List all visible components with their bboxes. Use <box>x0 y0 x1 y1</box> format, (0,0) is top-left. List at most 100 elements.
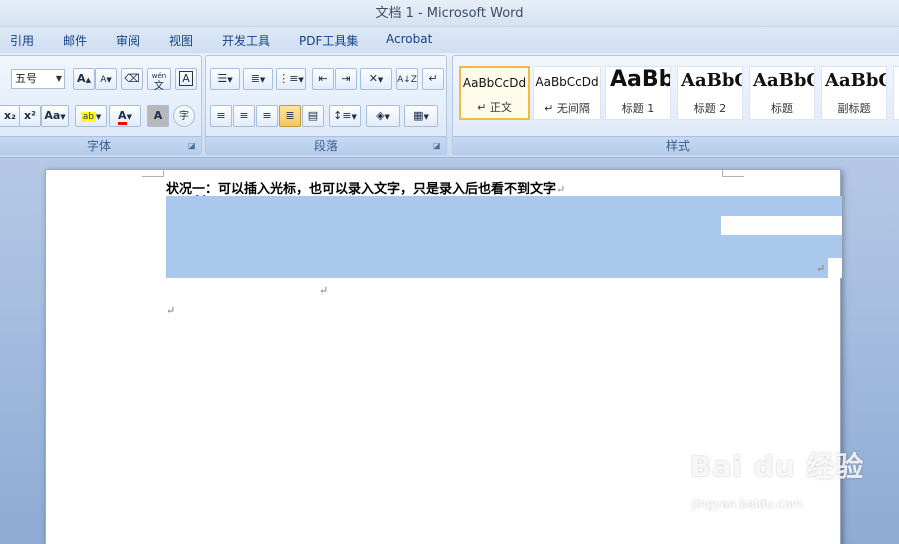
clear-format-button[interactable]: ⌫ <box>121 68 143 90</box>
title-bar: 文档 1 - Microsoft Word <box>0 0 899 27</box>
align-center-button[interactable]: ≡ <box>233 105 255 127</box>
style-normal[interactable]: AaBbCcDd ↵ 正文 <box>459 66 530 120</box>
paragraph-mark: ↵ <box>166 304 176 317</box>
chinese-layout-icon: ✕ <box>368 72 378 85</box>
selection-gap <box>721 216 842 235</box>
char-shading-icon: A <box>153 109 163 122</box>
multilevel-list-button[interactable]: ⋮≡▼ <box>276 68 306 90</box>
sort-button[interactable]: A↓Z <box>396 68 418 90</box>
align-right-icon: ≡ <box>262 109 272 122</box>
align-left-icon: ≡ <box>216 109 226 122</box>
tab-view[interactable]: 视图 <box>169 32 193 49</box>
font-color-button[interactable]: A▼ <box>109 105 141 127</box>
chinese-layout-button[interactable]: ✕▼ <box>360 68 392 90</box>
font-group-label: 字体 <box>0 136 201 154</box>
superscript-button[interactable]: x² <box>19 105 41 127</box>
style-name: 副标题 <box>837 102 871 115</box>
change-case-icon: Aa <box>44 109 61 122</box>
increase-indent-icon: ⇥ <box>341 72 351 85</box>
justify-button[interactable]: ≣ <box>279 105 301 127</box>
page-corner-mark <box>142 169 164 177</box>
style-title[interactable]: AaBbC 标题 <box>749 66 815 120</box>
char-shading-button[interactable]: A <box>147 105 169 127</box>
baidu-jingyan-watermark: Bai du 经验 jingyan.baidu.com <box>690 445 890 525</box>
paragraph-group-label: 段落 <box>206 136 446 154</box>
numbered-list-icon: ≣ <box>250 72 260 85</box>
sort-icon: A↓Z <box>397 75 417 85</box>
chevron-down-icon: ▼ <box>55 74 62 83</box>
spelling-error-text: 一 <box>192 182 206 197</box>
font-group-label-text: 字体 <box>86 139 111 153</box>
numbering-button[interactable]: ≣▼ <box>243 68 273 90</box>
line-spacing-button[interactable]: ↕≡▼ <box>329 105 361 127</box>
decrease-indent-icon: ⇤ <box>318 72 328 85</box>
enclose-char-button[interactable]: 字 <box>173 105 195 127</box>
grow-font-icon: A <box>77 72 86 85</box>
font-dialog-launcher-icon[interactable]: ◪ <box>188 141 198 151</box>
styles-group-label-text: 样式 <box>665 139 690 153</box>
style-sample: AaBbCcDd <box>535 75 599 89</box>
borders-icon: ▦ <box>413 109 424 122</box>
style-name: 标题 <box>771 102 793 115</box>
justify-icon: ≣ <box>285 109 295 122</box>
style-subtitle[interactable]: AaBbC 副标题 <box>821 66 887 120</box>
watermark-url: jingyan.baidu.com <box>692 497 803 511</box>
styles-group-label: 样式 <box>453 136 899 154</box>
paint-bucket-icon: ◈ <box>376 109 385 122</box>
change-case-button[interactable]: Aa▼ <box>41 105 69 127</box>
highlighter-icon: ab <box>80 112 96 122</box>
grow-font-button[interactable]: A▲ <box>73 68 95 90</box>
style-name: ↵ 正文 <box>477 101 512 114</box>
bullets-button[interactable]: ☰▼ <box>210 68 240 90</box>
paragraph-group-label-text: 段落 <box>313 139 338 153</box>
pilcrow-icon: ↵ <box>428 72 438 85</box>
paragraph-dialog-launcher-icon[interactable]: ◪ <box>433 141 443 151</box>
tab-pdf-tools[interactable]: PDF工具集 <box>299 32 358 49</box>
style-sample: AaBbC <box>825 70 886 91</box>
phonetic-guide-button[interactable]: wén 文 <box>147 68 171 92</box>
align-left-button[interactable]: ≡ <box>210 105 232 127</box>
document-line[interactable]: 状况一：可以插入光标，也可以录入文字，只是录入后也看不到文字↵ <box>166 178 565 197</box>
show-marks-button[interactable]: ↵ <box>422 68 444 90</box>
phonetic-guide-label: wén <box>151 72 167 80</box>
tab-review[interactable]: 审阅 <box>116 32 140 49</box>
style-heading-2[interactable]: AaBbC 标题 2 <box>677 66 743 120</box>
paragraph-group: ☰▼ ≣▼ ⋮≡▼ ⇤ ⇥ ✕▼ A↓Z ↵ ≡ ≡ ≡ ≣ ▤ ↕≡▼ ◈▼ … <box>205 55 447 155</box>
borders-button[interactable]: ▦▼ <box>404 105 438 127</box>
tab-references[interactable]: 引用 <box>10 32 34 49</box>
subscript-icon: x₂ <box>4 109 16 122</box>
style-more-tile[interactable] <box>893 66 899 120</box>
watermark-logo: Bai du 经验 <box>690 450 865 483</box>
style-name: 标题 1 <box>621 102 655 115</box>
distributed-button[interactable]: ▤ <box>302 105 324 127</box>
tab-acrobat[interactable]: Acrobat <box>386 32 432 46</box>
tab-developer[interactable]: 开发工具 <box>222 32 270 49</box>
style-name: ↵ 无间隔 <box>544 102 590 115</box>
selection-gap <box>828 258 842 278</box>
font-size-select[interactable]: 五号 ▼ <box>11 69 65 89</box>
eraser-icon: ⌫ <box>124 72 140 85</box>
align-right-button[interactable]: ≡ <box>256 105 278 127</box>
style-no-spacing[interactable]: AaBbCcDd ↵ 无间隔 <box>533 66 601 120</box>
style-sample: AaBbC <box>753 70 814 91</box>
multilevel-list-icon: ⋮≡ <box>278 72 299 85</box>
char-border-button[interactable]: A <box>175 68 197 90</box>
highlight-button[interactable]: ab ▼ <box>75 105 107 127</box>
page-corner-mark <box>722 169 744 177</box>
style-name: 标题 2 <box>693 102 727 115</box>
style-heading-1[interactable]: AaBb 标题 1 <box>605 66 671 120</box>
line-prefix: 状况 <box>166 182 193 197</box>
paragraph-mark: ↵ <box>816 262 826 275</box>
shrink-font-button[interactable]: A▼ <box>95 68 117 90</box>
line-spacing-icon: ↕≡ <box>333 109 352 122</box>
shading-button[interactable]: ◈▼ <box>366 105 400 127</box>
paragraph-mark: ↵ <box>319 284 329 297</box>
selection-highlight[interactable]: ↵ <box>166 196 842 278</box>
tab-mailings[interactable]: 邮件 <box>63 32 87 49</box>
subscript-button[interactable]: x₂ <box>0 105 21 127</box>
char-border-icon: A <box>179 71 193 86</box>
increase-indent-button[interactable]: ⇥ <box>335 68 357 90</box>
window-title: 文档 1 - Microsoft Word <box>375 6 524 21</box>
enclose-char-icon: 字 <box>179 111 189 122</box>
decrease-indent-button[interactable]: ⇤ <box>312 68 334 90</box>
